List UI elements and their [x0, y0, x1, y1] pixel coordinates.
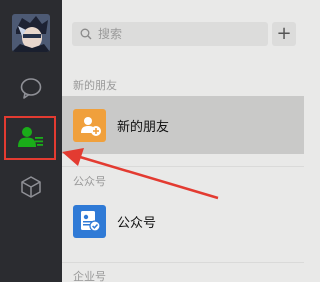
avatar[interactable]	[12, 14, 50, 52]
search-box[interactable]	[72, 22, 268, 46]
list-item-new-friends[interactable]: 新的朋友	[62, 96, 304, 154]
add-friend-icon	[73, 108, 106, 142]
search-icon	[80, 28, 92, 40]
nav-chat[interactable]	[15, 72, 47, 104]
contacts-panel: + 新的朋友 新的朋友 公众号 公众号	[62, 0, 304, 282]
favorites-cube-icon	[21, 176, 41, 198]
search-input[interactable]	[98, 27, 258, 41]
section-header-official-accounts: 公众号	[73, 175, 106, 188]
official-account-icon	[73, 204, 106, 238]
chat-bubble-icon	[20, 78, 42, 99]
avatar-image	[12, 14, 50, 52]
list-item-official-accounts[interactable]: 公众号	[62, 192, 304, 250]
section-header-enterprise: 企业号	[73, 270, 106, 282]
list-item-label: 公众号	[117, 215, 157, 231]
sidebar	[0, 0, 62, 282]
list-item-label: 新的朋友	[117, 119, 170, 135]
add-button[interactable]: +	[272, 22, 296, 46]
nav-favorites[interactable]	[15, 171, 47, 203]
divider	[62, 262, 304, 263]
highlight-box	[4, 116, 56, 160]
divider	[62, 166, 304, 167]
section-header-new-friends: 新的朋友	[73, 79, 117, 92]
